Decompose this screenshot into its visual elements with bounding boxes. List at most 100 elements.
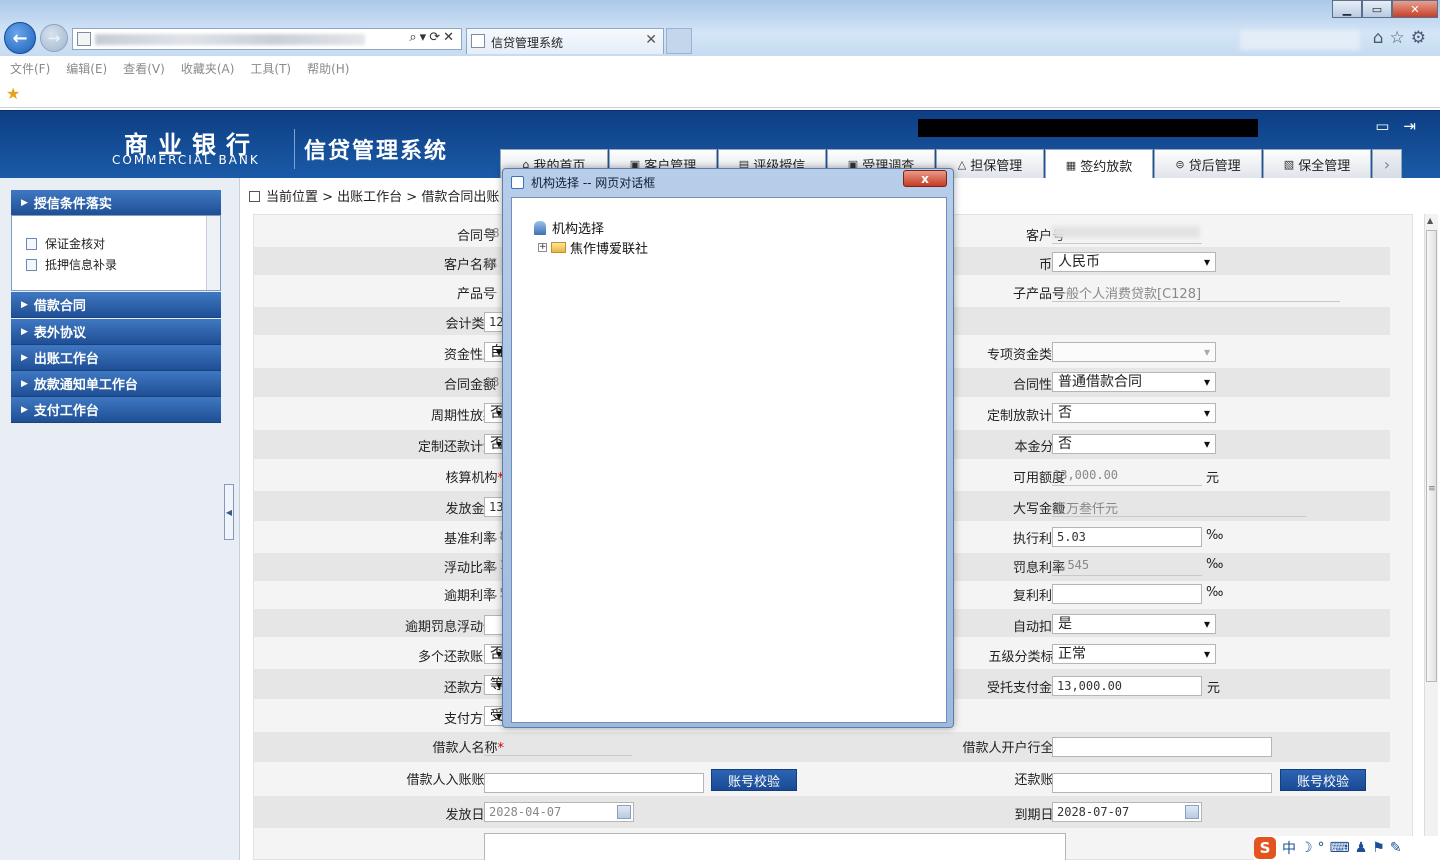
tree-root[interactable]: 机构选择 [534,218,604,237]
scrollbar-thumb[interactable] [1426,230,1437,682]
repay-account-field[interactable] [1052,773,1272,793]
favorites-bar: ★ [0,80,1440,108]
ime-tool-icons[interactable]: ☽°⌨♟⚑✎ [1300,840,1407,856]
borrower-bank-name-field[interactable] [1052,737,1272,757]
tab-preservation[interactable]: ▧ 保全管理 [1263,149,1371,179]
menu-bar: 文件(F) 编辑(E) 查看(V) 收藏夹(A) 工具(T) 帮助(H) [0,56,1440,80]
contract-icon: ▦ [1065,158,1077,172]
address-action-icons[interactable]: ⌕▾⟳✕ [409,30,457,45]
menu-file[interactable]: 文件(F) [10,60,50,77]
five-level-class-select[interactable]: 正常 [1052,644,1216,664]
sidebar-section-disbursement-desk[interactable]: ▶ 出账工作台 [11,345,221,371]
tab-contract[interactable]: ▦ 签约放款 [1045,149,1153,180]
document-icon [26,237,37,250]
calendar-icon[interactable] [617,805,631,819]
address-bar[interactable]: ⌕▾⟳✕ [72,28,462,50]
logout-icon[interactable]: ⇥ [1403,117,1430,135]
unit-permille: ‰ [1206,585,1224,600]
scrollbar-grip-icon: ≡ [1428,484,1436,494]
breadcrumb: 当前位置 > 出账工作台 > 借款合同出账 [249,186,499,205]
triangle-right-icon: ▶ [21,378,28,389]
value-available-amount: 13,000.00 [1053,468,1119,482]
principal-segment-select[interactable]: 否 [1052,434,1216,454]
entrusted-pay-amount-field[interactable]: 13,000.00 [1052,676,1202,696]
new-tab-button[interactable] [666,28,692,54]
sidebar-section-payment-desk[interactable]: ▶ 支付工作台 [11,397,221,423]
favorites-star-icon[interactable]: ★ [6,84,20,103]
menu-help[interactable]: 帮助(H) [307,60,349,77]
unit-yuan: 元 [1206,471,1220,486]
menu-favorites[interactable]: 收藏夹(A) [181,60,235,77]
guarantee-icon: △ [957,158,967,171]
browser-tab-title: 信贷管理系统 [491,36,564,50]
sogou-logo-icon[interactable]: S [1254,837,1276,859]
scroll-up-icon[interactable]: ▲ [1427,216,1433,225]
system-name: 信贷管理系统 [304,139,449,164]
value-product-no: 一 [485,286,498,300]
triangle-right-icon: ▶ [21,404,28,415]
ime-language[interactable]: 中 [1282,838,1296,858]
calendar-icon[interactable] [1185,805,1199,819]
underline [1052,301,1340,302]
contract-nature-select[interactable]: 普通借款合同 [1052,372,1216,392]
search-box-redacted[interactable] [1240,30,1360,50]
auto-debit-select[interactable]: 是 [1052,614,1216,634]
tab-post-loan[interactable]: ⊜ 贷后管理 [1154,149,1262,179]
sidebar-panel-scrollbar[interactable] [206,216,220,290]
value-customer-name: 郑 [485,257,498,271]
sidebar-link-mortgage-entry[interactable]: 抵押信息补录 [26,256,117,273]
header-icons[interactable]: ▭⇥ [1375,117,1430,135]
monitor-icon[interactable]: ▭ [1375,117,1403,135]
due-date-field[interactable]: 2028-07-07 [1052,802,1202,822]
currency-select[interactable]: 人民币 [1052,252,1216,272]
underline [1052,485,1202,486]
remarks-textarea[interactable] [484,833,1066,860]
row-bg [254,796,1390,828]
sidebar-section-credit-conditions[interactable]: ▶ 授信条件落实 [11,190,221,216]
value-sub-product: 一般个人消费贷款[C128] [1053,287,1202,302]
special-fund-type-select[interactable] [1052,342,1216,362]
triangle-right-icon: ▶ [21,352,28,363]
unit-permille: ‰ [1206,528,1224,543]
menu-view[interactable]: 查看(V) [123,60,165,77]
bank-name-en: COMMERCIAL BANK [112,153,260,167]
borrower-account-verify-button[interactable]: 账号校验 [711,769,797,791]
browser-tab[interactable]: 信贷管理系统 ✕ [466,28,664,54]
tab-close-icon[interactable]: ✕ [645,32,657,48]
sidebar-link-panel: 保证金核对 抵押信息补录 [11,215,221,291]
ie-page-icon [511,176,524,189]
sidebar-section-off-balance[interactable]: ▶ 表外协议 [11,319,221,345]
window-close-icon[interactable]: ✕ [1392,0,1438,18]
custom-release-plan-select[interactable]: 否 [1052,403,1216,423]
tab-scroll-right-icon[interactable]: › [1372,149,1402,179]
underline [1052,516,1306,517]
ime-toolbar: S 中 ☽°⌨♟⚑✎ [1254,836,1438,860]
menu-edit[interactable]: 编辑(E) [66,60,107,77]
expand-plus-icon[interactable]: + [538,243,547,252]
sidebar-section-notice-desk[interactable]: ▶ 放款通知单工作台 [11,371,221,397]
dialog-title: 机构选择 -- 网页对话框 [531,176,656,190]
org-select-dialog: 机构选择 -- 网页对话框 x 机构选择 + 焦作博爱联社 [502,168,954,728]
release-date-field[interactable]: 2028-04-07 [484,802,634,822]
forward-arrow-icon[interactable]: → [40,24,68,52]
menu-tools[interactable]: 工具(T) [250,60,291,77]
triangle-right-icon: ▶ [21,326,28,337]
exec-rate-field[interactable]: 5.03 [1052,527,1202,547]
dialog-close-button[interactable]: x [903,170,947,187]
value-penalty-rate: 7.545 [1053,558,1090,572]
borrower-account-field[interactable] [484,773,704,793]
maximize-icon[interactable]: ▭ [1362,0,1392,18]
underline [1052,243,1202,244]
tree-node-org[interactable]: + 焦作博爱联社 [538,238,648,257]
minimize-icon[interactable]: ▁ [1332,0,1362,18]
main-scrollbar[interactable]: ▲ ≡ [1424,214,1438,860]
value-customer-no-redacted [1052,226,1200,238]
compound-rate-field[interactable] [1052,584,1202,604]
org-root-icon [534,220,546,235]
sidebar-collapse-handle[interactable]: ◀ [224,484,234,540]
browser-toolbar-icons[interactable]: ⌂☆⚙ [1373,28,1432,48]
back-arrow-icon[interactable]: ← [4,22,36,54]
sidebar-link-deposit-check[interactable]: 保证金核对 [26,235,105,252]
repay-account-verify-button[interactable]: 账号校验 [1280,769,1366,791]
sidebar-section-loan-contract[interactable]: ▶ 借款合同 [11,292,221,318]
